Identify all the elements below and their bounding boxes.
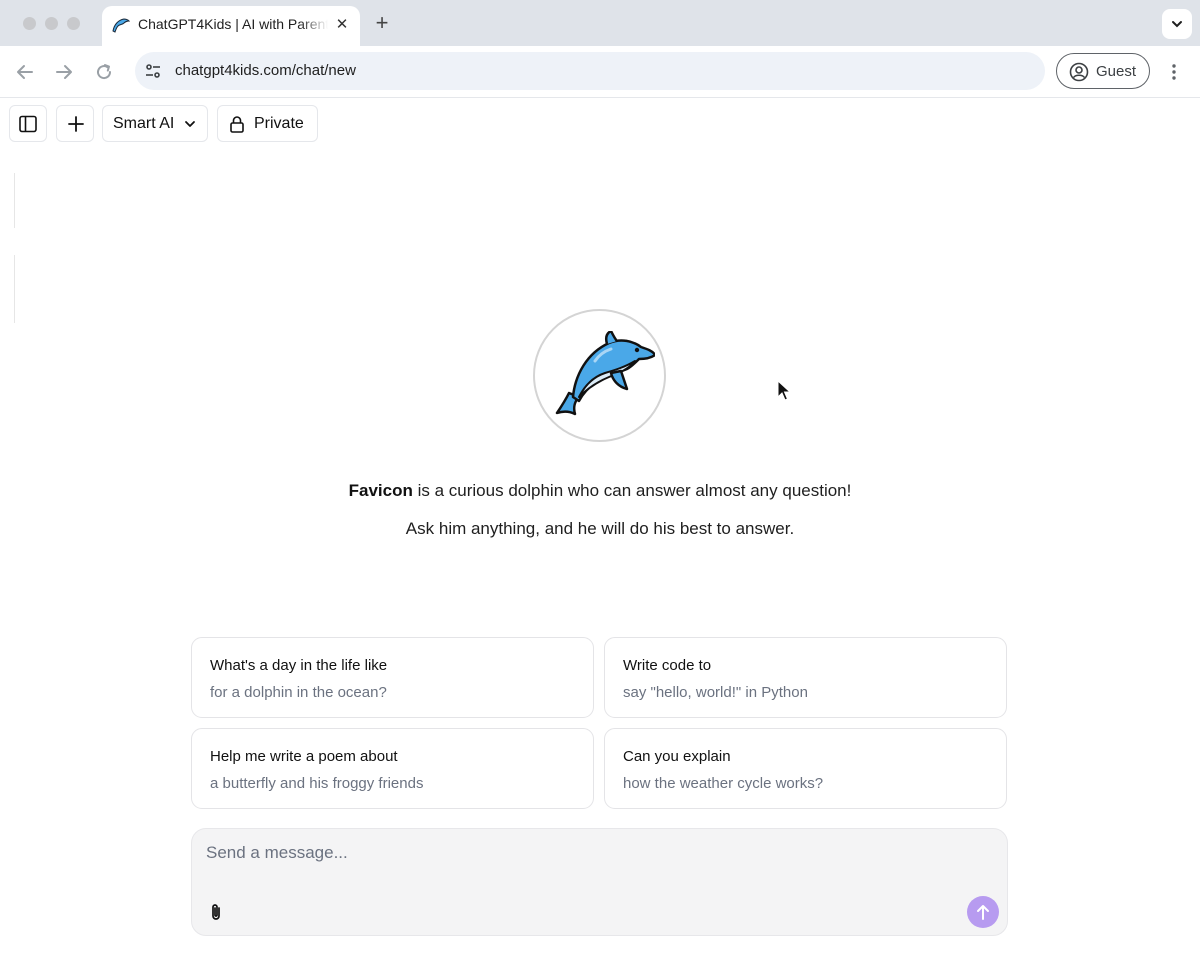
url-text: chatgpt4kids.com/chat/new <box>175 62 356 79</box>
divider <box>14 173 15 228</box>
suggestion-card[interactable]: Help me write a poem about a butterfly a… <box>191 728 594 809</box>
browser-titlebar: ChatGPT4Kids | AI with Parental Controls… <box>0 0 1200 46</box>
intro-text: is a curious dolphin who can answer almo… <box>412 481 852 500</box>
new-tab-plus-icon[interactable]: + <box>371 12 393 34</box>
new-chat-button[interactable] <box>56 105 94 142</box>
close-icon[interactable]: ✕ <box>332 15 352 35</box>
divider <box>14 255 15 323</box>
reload-icon[interactable] <box>92 60 116 84</box>
window-minimize-dot[interactable] <box>45 17 58 30</box>
browser-toolbar: chatgpt4kids.com/chat/new Guest <box>0 46 1200 98</box>
suggestion-card[interactable]: Write code to say "hello, world!" in Pyt… <box>604 637 1007 718</box>
suggestion-card[interactable]: What's a day in the life like for a dolp… <box>191 637 594 718</box>
profile-button[interactable]: Guest <box>1056 53 1150 89</box>
privacy-label: Private <box>254 115 304 132</box>
address-bar[interactable]: chatgpt4kids.com/chat/new <box>135 52 1045 90</box>
arrow-up-icon <box>977 905 989 920</box>
suggestion-title: Can you explain <box>623 748 731 765</box>
window-close-dot[interactable] <box>23 17 36 30</box>
sidebar-icon <box>19 115 37 133</box>
paperclip-icon[interactable] <box>208 902 224 922</box>
profile-label: Guest <box>1096 63 1137 80</box>
toggle-sidebar-button[interactable] <box>9 105 47 142</box>
intro-line-1: Favicon is a curious dolphin who can ans… <box>0 481 1200 501</box>
mascot-avatar <box>533 309 666 442</box>
dolphin-icon <box>112 18 130 33</box>
browser-tab-active[interactable]: ChatGPT4Kids | AI with Parental Controls… <box>102 6 360 46</box>
chevron-down-icon <box>185 121 195 127</box>
chevron-down-icon <box>1172 21 1182 28</box>
more-vert-icon[interactable] <box>1166 60 1182 84</box>
model-selector-button[interactable]: Smart AI <box>102 105 208 142</box>
privacy-button[interactable]: Private <box>217 105 318 142</box>
suggestion-card[interactable]: Can you explain how the weather cycle wo… <box>604 728 1007 809</box>
window-zoom-dot[interactable] <box>67 17 80 30</box>
model-label: Smart AI <box>113 115 175 132</box>
suggestion-subtitle: how the weather cycle works? <box>623 775 824 792</box>
message-composer[interactable]: Send a message... <box>191 828 1008 936</box>
suggestion-title: What's a day in the life like <box>210 657 388 674</box>
send-button[interactable] <box>967 896 999 928</box>
intro-line-2: Ask him anything, and he will do his bes… <box>405 519 795 538</box>
back-arrow-icon[interactable] <box>13 60 37 84</box>
tab-title: ChatGPT4Kids | AI with Parental Controls <box>138 16 328 32</box>
site-settings-icon[interactable] <box>145 63 161 79</box>
tab-search-button[interactable] <box>1162 9 1192 39</box>
plus-icon <box>68 116 84 132</box>
suggestion-title: Help me write a poem about <box>210 748 398 765</box>
mascot-name: Favicon <box>348 481 413 500</box>
suggestion-subtitle: a butterfly and his froggy friends <box>210 775 424 792</box>
mouse-cursor-icon <box>777 380 791 401</box>
message-input[interactable]: Send a message... <box>206 843 348 863</box>
forward-arrow-icon[interactable] <box>52 60 76 84</box>
dolphin-icon <box>555 331 655 416</box>
suggestion-title: Write code to <box>623 657 712 674</box>
account-circle-icon <box>1069 62 1089 82</box>
suggestion-subtitle: say "hello, world!" in Python <box>623 684 808 701</box>
lock-icon <box>230 116 244 133</box>
suggestion-subtitle: for a dolphin in the ocean? <box>210 684 387 701</box>
